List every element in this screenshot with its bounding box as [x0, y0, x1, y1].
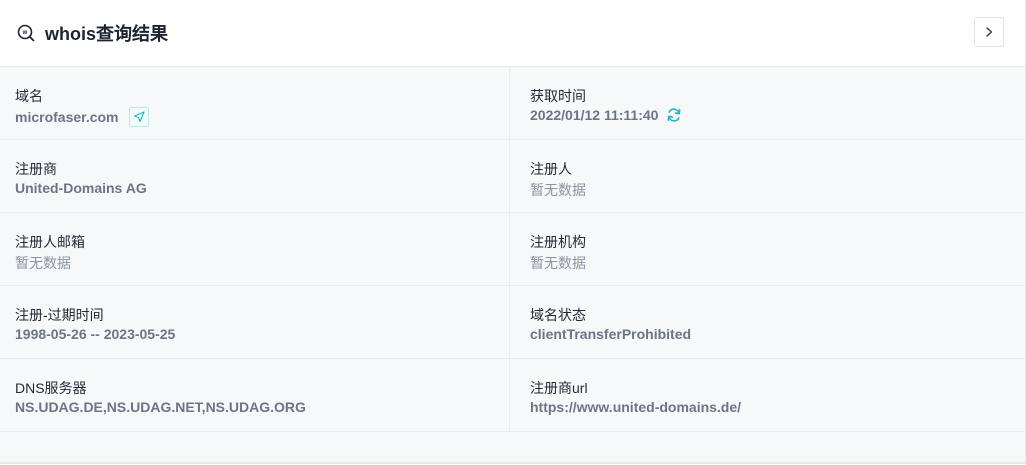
field-label: 域名状态: [530, 307, 586, 323]
field-domain: 域名 microfaser.com: [0, 67, 510, 139]
field-label: 注册商url: [530, 380, 588, 396]
refresh-button[interactable]: [666, 107, 682, 123]
field-dns: DNS服务器 NS.UDAG.DE,NS.UDAG.NET,NS.UDAG.OR…: [0, 359, 510, 431]
field-registrant: 注册人 暂无数据: [510, 140, 1025, 212]
registrar-url-link[interactable]: https://www.united-domains.de/: [530, 399, 741, 415]
field-label: 注册机构: [530, 234, 586, 250]
whois-details-grid: 域名 microfaser.com 获取时间 2022/01/12 11:11:…: [0, 67, 1025, 463]
next-button[interactable]: [974, 17, 1004, 47]
field-label: 域名: [15, 88, 43, 104]
field-fetch-time: 获取时间 2022/01/12 11:11:40: [510, 67, 1025, 139]
field-value: clientTransferProhibited: [530, 326, 692, 342]
send-icon: [133, 111, 145, 123]
field-label: 注册人: [530, 161, 572, 177]
field-value: 1998-05-26 -- 2023-05-25: [15, 326, 176, 342]
details-row: 注册商 United-Domains AG 注册人 暂无数据: [0, 140, 1025, 213]
details-row: 注册人邮箱 暂无数据 注册机构 暂无数据: [0, 213, 1025, 286]
field-value: microfaser.com: [15, 107, 149, 127]
grid-footer: [0, 432, 1025, 463]
field-value: 暂无数据: [530, 182, 586, 198]
field-label: 注册人邮箱: [15, 234, 85, 250]
field-value: 2022/01/12 11:11:40: [530, 107, 682, 123]
field-registrar-url: 注册商url https://www.united-domains.de/: [510, 359, 1025, 431]
fetch-time-value: 2022/01/12 11:11:40: [530, 107, 659, 123]
page-title: whois查询结果: [45, 24, 169, 44]
field-label: DNS服务器: [15, 380, 87, 396]
field-registrant-email: 注册人邮箱 暂无数据: [0, 213, 510, 285]
details-row: DNS服务器 NS.UDAG.DE,NS.UDAG.NET,NS.UDAG.OR…: [0, 359, 1025, 432]
details-row: 注册-过期时间 1998-05-26 -- 2023-05-25 域名状态 cl…: [0, 286, 1025, 359]
field-label: 注册商: [15, 161, 57, 177]
field-registrant-org: 注册机构 暂无数据: [510, 213, 1025, 285]
field-domain-status: 域名状态 clientTransferProhibited: [510, 286, 1025, 358]
card-header: w whois查询结果: [0, 0, 1025, 67]
field-label: 获取时间: [530, 88, 586, 104]
whois-search-icon: w: [16, 23, 36, 43]
domain-value[interactable]: microfaser.com: [15, 109, 119, 125]
field-value: 暂无数据: [15, 255, 71, 271]
details-row: 域名 microfaser.com 获取时间 2022/01/12 11:11:…: [0, 67, 1025, 140]
field-registrar: 注册商 United-Domains AG: [0, 140, 510, 212]
open-domain-button[interactable]: [128, 107, 149, 127]
field-reg-expiry: 注册-过期时间 1998-05-26 -- 2023-05-25: [0, 286, 510, 358]
refresh-icon: [668, 108, 681, 122]
field-label: 注册-过期时间: [15, 307, 104, 323]
whois-card: w whois查询结果 域名 microfaser.com 获取时间 2022/…: [0, 0, 1026, 464]
svg-text:w: w: [22, 30, 28, 36]
field-value: United-Domains AG: [15, 180, 147, 196]
chevron-right-icon: [986, 27, 993, 37]
field-value: NS.UDAG.DE,NS.UDAG.NET,NS.UDAG.ORG: [15, 399, 306, 415]
field-value: 暂无数据: [530, 255, 586, 271]
